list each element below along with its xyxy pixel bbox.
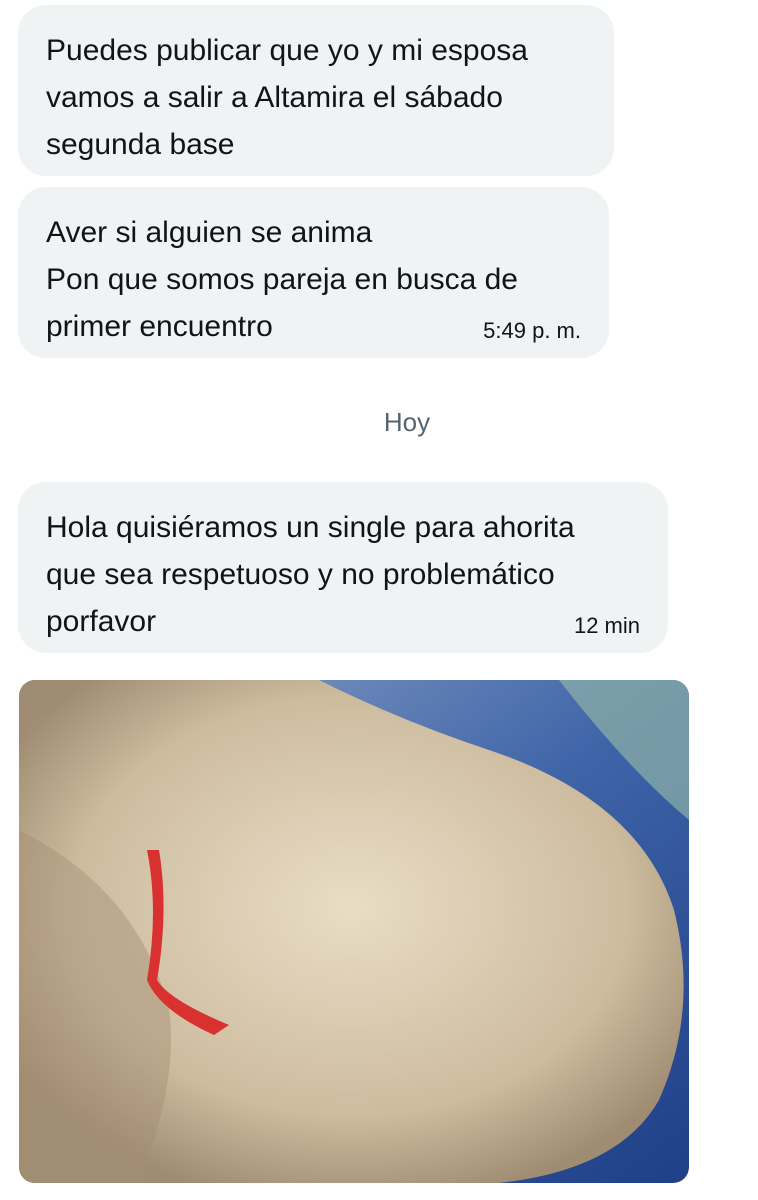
message-thread: Puedes publicar que yo y mi esposa vamos… — [0, 0, 758, 1200]
message-bubble[interactable]: Puedes publicar que yo y mi esposa vamos… — [18, 5, 614, 176]
day-separator: Hoy — [383, 407, 431, 437]
message-text: Puedes publicar que yo y mi esposa vamos… — [46, 34, 528, 161]
message-timestamp: 12 min — [573, 613, 640, 638]
message-bubble[interactable]: Aver si alguien se anima Pon que somos p… — [18, 187, 609, 358]
message-text: Hola quisiéramos un single para ahorita … — [46, 511, 575, 638]
photo-attachment[interactable] — [19, 680, 689, 1183]
photo-placeholder — [19, 680, 689, 1183]
message-timestamp: 5:49 p. m. — [483, 318, 581, 343]
message-bubble[interactable]: Hola quisiéramos un single para ahorita … — [18, 482, 668, 653]
